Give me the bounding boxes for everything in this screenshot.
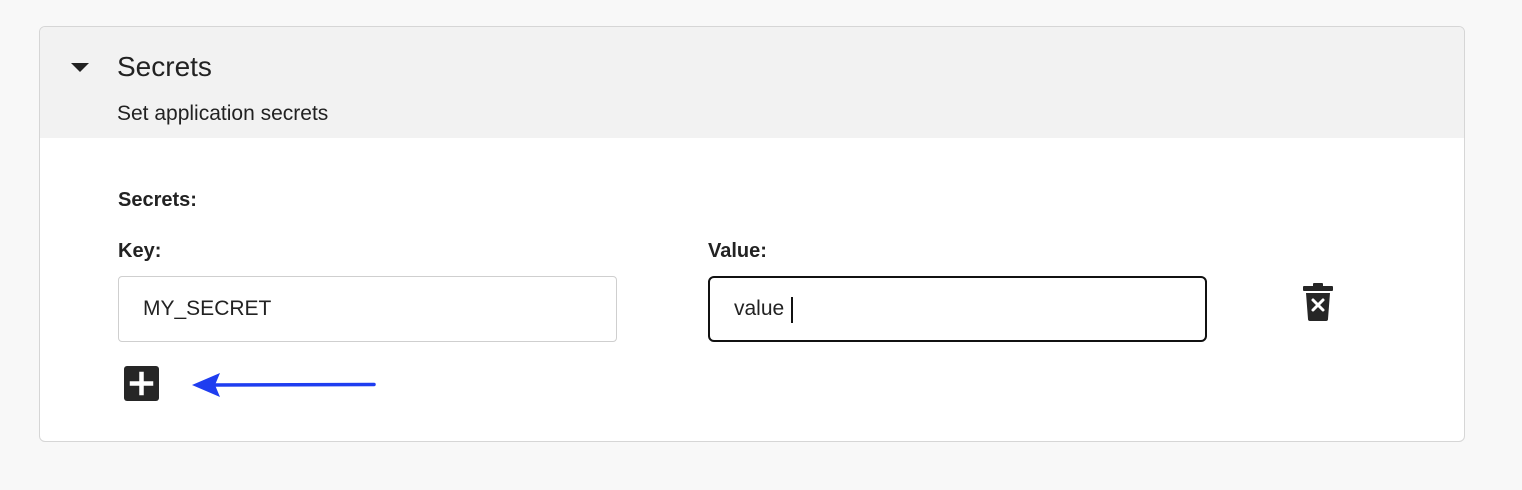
secrets-label: Secrets: [118, 189, 197, 211]
secret-value-input[interactable] [708, 276, 1207, 342]
secrets-panel-header[interactable]: Secrets Set application secrets [40, 27, 1464, 138]
value-label: Value: [708, 240, 767, 262]
add-secret-button[interactable] [124, 366, 159, 401]
secrets-panel: Secrets Set application secrets Secrets:… [39, 26, 1465, 442]
caret-down-icon[interactable] [71, 63, 89, 72]
panel-subtitle: Set application secrets [117, 102, 329, 125]
delete-secret-button[interactable] [1303, 283, 1333, 321]
key-label: Key: [118, 240, 162, 262]
panel-title: Secrets [117, 51, 212, 82]
trash-icon [1303, 283, 1333, 321]
arrow-left-icon [192, 373, 376, 397]
text-cursor [791, 297, 793, 323]
plus-square-icon [129, 371, 154, 396]
secret-key-input[interactable] [118, 276, 617, 342]
